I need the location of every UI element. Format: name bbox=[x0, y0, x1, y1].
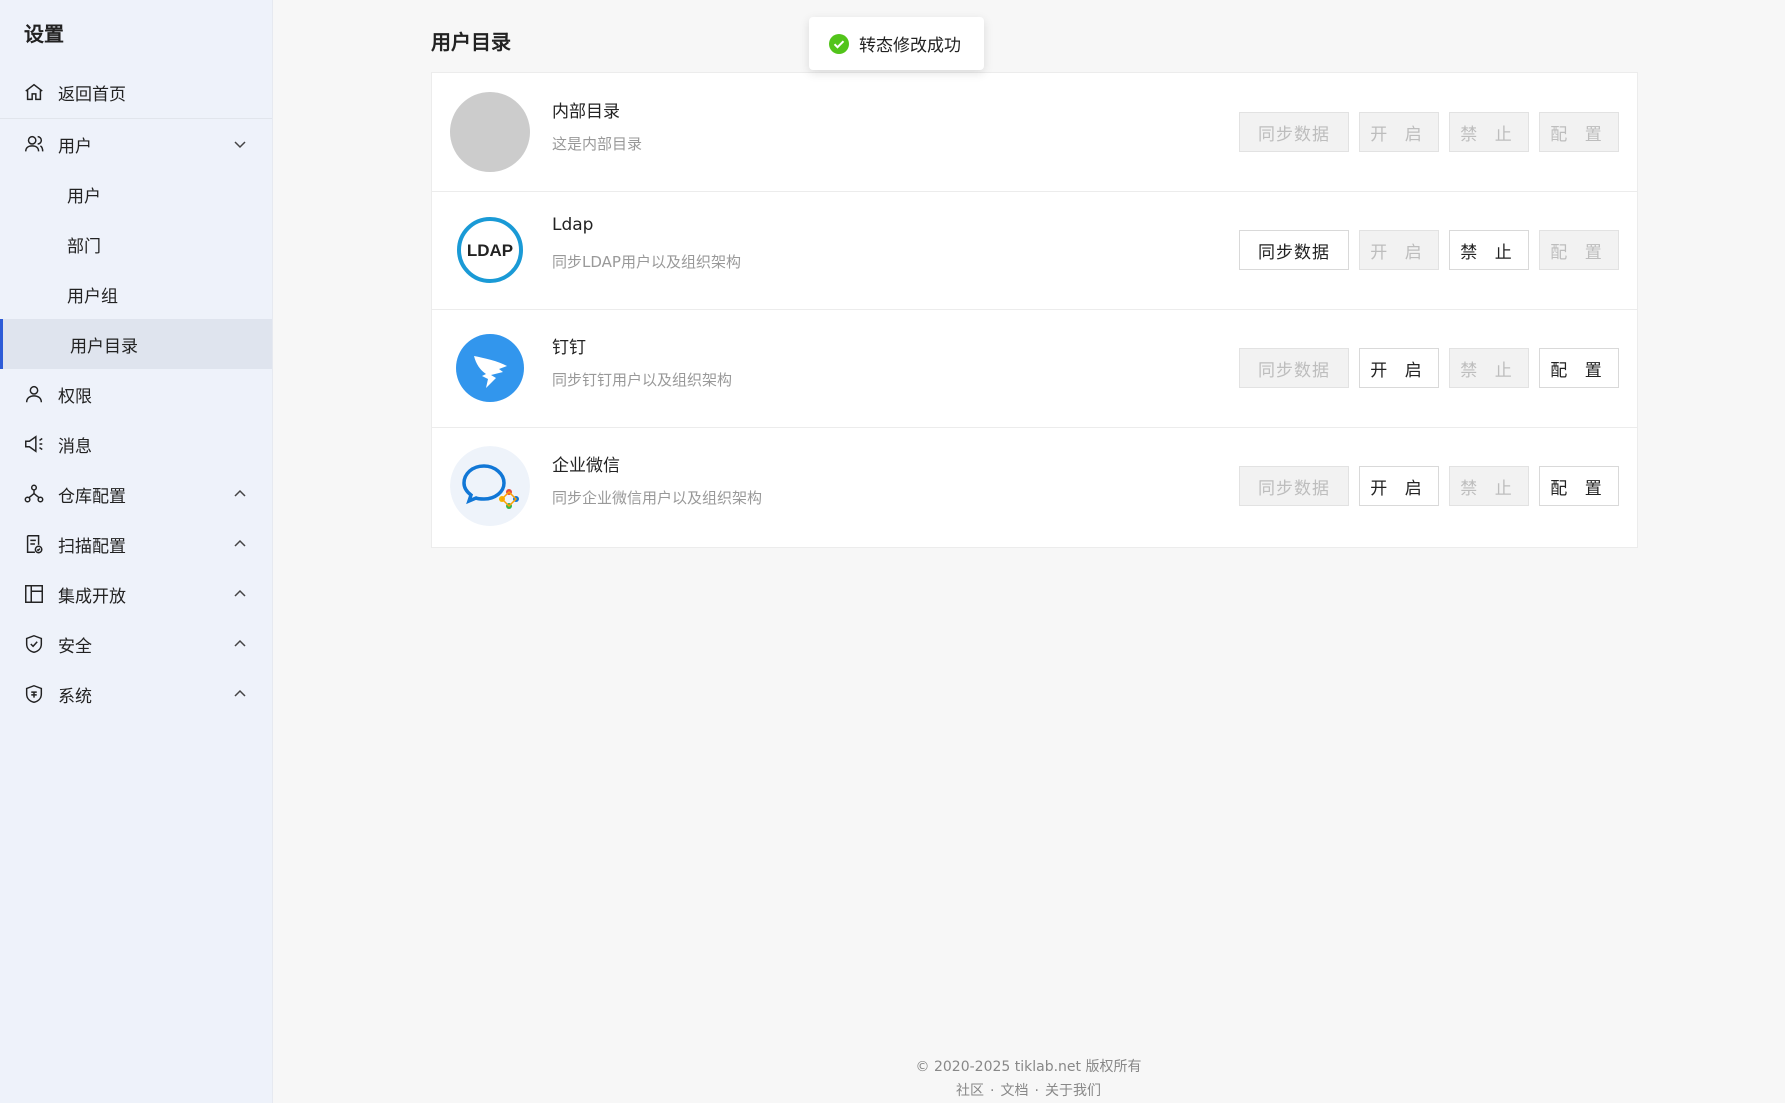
directory-description: 这是内部目录 bbox=[552, 135, 643, 153]
row-actions: 同步数据 开 启 禁 止 配 置 bbox=[1239, 230, 1619, 270]
sync-data-button[interactable]: 同步数据 bbox=[1239, 466, 1349, 506]
sidebar-item-label: 仓库配置 bbox=[58, 486, 126, 507]
directory-list: 内部目录 这是内部目录 同步数据 开 启 禁 止 配 置 LDAP Ldap 同… bbox=[431, 72, 1638, 548]
sidebar-title: 设置 bbox=[24, 22, 64, 46]
sync-data-button[interactable]: 同步数据 bbox=[1239, 112, 1349, 152]
directory-name: 内部目录 bbox=[552, 102, 620, 122]
chevron-up-icon bbox=[234, 639, 246, 647]
megaphone-icon bbox=[22, 432, 46, 456]
users-icon bbox=[22, 132, 46, 156]
disable-button[interactable]: 禁 止 bbox=[1449, 112, 1529, 152]
disable-button[interactable]: 禁 止 bbox=[1449, 348, 1529, 388]
chevron-up-icon bbox=[234, 589, 246, 597]
list-item: 钉钉 同步钉钉用户以及组织架构 同步数据 开 启 禁 止 配 置 bbox=[432, 309, 1637, 428]
footer-link-community[interactable]: 社区 bbox=[956, 1083, 984, 1099]
scan-document-icon bbox=[22, 532, 46, 556]
sidebar-item-label: 安全 bbox=[58, 636, 92, 657]
list-item: LDAP Ldap 同步LDAP用户以及组织架构 同步数据 开 启 禁 止 配 … bbox=[432, 191, 1637, 310]
list-item: 企业微信 同步企业微信用户以及组织架构 同步数据 开 启 禁 止 配 置 bbox=[432, 427, 1637, 545]
disable-button[interactable]: 禁 止 bbox=[1449, 466, 1529, 506]
directory-description: 同步企业微信用户以及组织架构 bbox=[552, 489, 763, 507]
sidebar: 设置 返回首页 用户 用户 部门 用户组 用户目录 权限 消息 仓库配置 扫描配… bbox=[0, 0, 273, 1103]
layout-panel-icon bbox=[22, 582, 46, 606]
sidebar-item-security[interactable]: 安全 bbox=[0, 619, 272, 669]
sidebar-item-label: 扫描配置 bbox=[58, 536, 126, 557]
directory-name: Ldap bbox=[552, 215, 594, 235]
chevron-up-icon bbox=[234, 689, 246, 697]
sidebar-item-department[interactable]: 部门 bbox=[0, 219, 272, 269]
sidebar-item-user[interactable]: 用户 bbox=[0, 169, 272, 219]
sidebar-item-label: 消息 bbox=[58, 436, 92, 457]
directory-name: 企业微信 bbox=[552, 456, 620, 476]
footer-copyright: © 2020-2025 tiklab.net 版权所有 bbox=[915, 1059, 1142, 1075]
sidebar-item-user-directory[interactable]: 用户目录 bbox=[0, 319, 272, 369]
sidebar-item-messages[interactable]: 消息 bbox=[0, 419, 272, 469]
gray-circle-logo bbox=[450, 92, 530, 172]
enable-button[interactable]: 开 启 bbox=[1359, 348, 1439, 388]
sync-data-button[interactable]: 同步数据 bbox=[1239, 348, 1349, 388]
chevron-up-icon bbox=[234, 489, 246, 497]
directory-description: 同步LDAP用户以及组织架构 bbox=[552, 253, 741, 271]
sidebar-item-repo-config[interactable]: 仓库配置 bbox=[0, 469, 272, 519]
sidebar-item-label: 集成开放 bbox=[58, 586, 126, 607]
sidebar-item-scan-config[interactable]: 扫描配置 bbox=[0, 519, 272, 569]
row-actions: 同步数据 开 启 禁 止 配 置 bbox=[1239, 348, 1619, 388]
footer-link-docs[interactable]: 文档 bbox=[1001, 1083, 1029, 1099]
ldap-logo: LDAP bbox=[450, 210, 530, 290]
row-actions: 同步数据 开 启 禁 止 配 置 bbox=[1239, 466, 1619, 506]
toast-notification: 转态修改成功 bbox=[809, 17, 984, 70]
sidebar-item-label: 权限 bbox=[58, 386, 92, 407]
shield-check-icon bbox=[22, 632, 46, 656]
sidebar-item-label: 系统 bbox=[58, 686, 92, 707]
directory-description: 同步钉钉用户以及组织架构 bbox=[552, 371, 733, 389]
config-button[interactable]: 配 置 bbox=[1539, 348, 1619, 388]
footer-links: 社区 · 文档 · 关于我们 bbox=[0, 1080, 1785, 1100]
row-actions: 同步数据 开 启 禁 止 配 置 bbox=[1239, 112, 1619, 152]
network-nodes-icon bbox=[22, 482, 46, 506]
sidebar-group-users[interactable]: 用户 bbox=[0, 119, 272, 169]
sidebar-item-label: 返回首页 bbox=[58, 84, 126, 105]
dingtalk-logo bbox=[450, 328, 530, 408]
toast-message: 转态修改成功 bbox=[859, 36, 961, 56]
sidebar-item-user-group[interactable]: 用户组 bbox=[0, 269, 272, 319]
sidebar-item-system[interactable]: 系统 bbox=[0, 669, 272, 719]
footer-link-about[interactable]: 关于我们 bbox=[1045, 1083, 1101, 1099]
sidebar-item-permissions[interactable]: 权限 bbox=[0, 369, 272, 419]
config-button[interactable]: 配 置 bbox=[1539, 112, 1619, 152]
enable-button[interactable]: 开 启 bbox=[1359, 466, 1439, 506]
chevron-up-icon bbox=[234, 539, 246, 547]
sidebar-item-back-home[interactable]: 返回首页 bbox=[0, 67, 272, 117]
wecom-logo bbox=[450, 446, 530, 526]
enable-button[interactable]: 开 启 bbox=[1359, 230, 1439, 270]
enable-button[interactable]: 开 启 bbox=[1359, 112, 1439, 152]
shield-badge-icon bbox=[22, 682, 46, 706]
sync-data-button[interactable]: 同步数据 bbox=[1239, 230, 1349, 270]
success-check-icon bbox=[829, 33, 849, 54]
config-button[interactable]: 配 置 bbox=[1539, 466, 1619, 506]
chevron-down-icon bbox=[234, 141, 246, 149]
footer-separator: · bbox=[1034, 1083, 1039, 1099]
list-item: 内部目录 这是内部目录 同步数据 开 启 禁 止 配 置 bbox=[432, 73, 1637, 192]
footer-separator: · bbox=[990, 1083, 995, 1099]
user-icon bbox=[22, 382, 46, 406]
directory-name: 钉钉 bbox=[552, 338, 586, 358]
config-button[interactable]: 配 置 bbox=[1539, 230, 1619, 270]
ldap-logo-text: LDAP bbox=[467, 241, 513, 260]
sidebar-item-label: 用户 bbox=[58, 136, 92, 157]
sidebar-item-integration[interactable]: 集成开放 bbox=[0, 569, 272, 619]
disable-button[interactable]: 禁 止 bbox=[1449, 230, 1529, 270]
home-icon bbox=[22, 80, 46, 104]
page-title: 用户目录 bbox=[431, 30, 511, 54]
